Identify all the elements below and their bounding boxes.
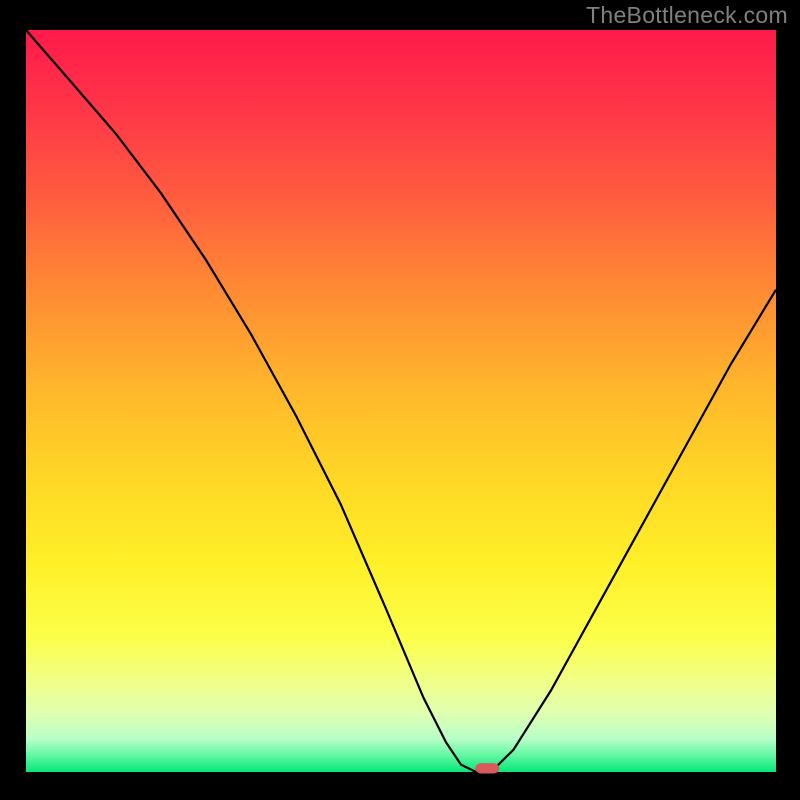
watermark-text: TheBottleneck.com bbox=[586, 2, 788, 29]
plot-background bbox=[26, 30, 776, 772]
chart-container: TheBottleneck.com bbox=[0, 0, 800, 800]
bottleneck-chart bbox=[0, 0, 800, 800]
optimal-point-marker bbox=[475, 763, 499, 773]
